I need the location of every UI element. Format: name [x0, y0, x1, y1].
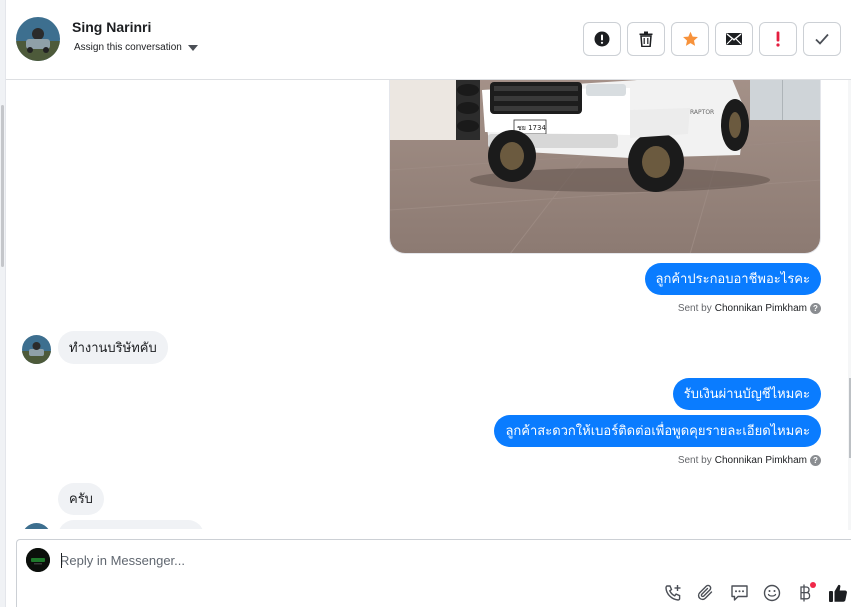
reply-input[interactable]	[60, 550, 660, 570]
envelope-icon	[726, 33, 742, 45]
contact-avatar[interactable]	[16, 17, 60, 61]
assign-conversation-dropdown[interactable]: Assign this conversation	[74, 42, 198, 53]
star-button[interactable]	[671, 22, 709, 56]
sent-by-label: Sent by Chonnikan Pimkham ?	[678, 455, 821, 466]
header-actions	[583, 22, 841, 56]
incoming-message[interactable]: ทำงานบริษัทคับ	[58, 331, 168, 364]
done-button[interactable]	[803, 22, 841, 56]
delete-button[interactable]	[627, 22, 665, 56]
contact-avatar-small[interactable]	[22, 335, 51, 364]
follow-up-button[interactable]	[759, 22, 797, 56]
contact-name[interactable]: Sing Narinri	[72, 19, 151, 35]
exclamation-icon	[776, 31, 780, 47]
page-avatar	[26, 548, 50, 572]
svg-text:RAPTOR: RAPTOR	[690, 109, 714, 116]
reply-composer	[16, 539, 851, 607]
sent-by-label: Sent by Chonnikan Pimkham ?	[678, 303, 821, 314]
assign-label: Assign this conversation	[74, 42, 182, 53]
trash-icon	[639, 31, 653, 47]
notification-dot	[810, 582, 816, 588]
sent-by-agent: Chonnikan Pimkham	[714, 303, 807, 314]
phone-add-icon[interactable]	[663, 583, 683, 603]
incoming-message[interactable]: ครับ	[58, 483, 104, 515]
text-cursor	[61, 553, 62, 568]
svg-text:ชย 1734: ชย 1734	[517, 124, 546, 132]
shared-photo-truck[interactable]: ชย 1734 RAPTOR	[389, 80, 821, 254]
outgoing-message[interactable]: ลูกค้าสะดวกให้เบอร์ติดต่อเพื่อพูดคุยรายล…	[494, 415, 821, 447]
paperclip-icon[interactable]	[696, 583, 716, 603]
composer-tools	[663, 582, 848, 603]
incoming-message-partial[interactable]	[58, 520, 204, 529]
alert-circle-icon	[594, 31, 610, 47]
saved-reply-icon[interactable]	[729, 583, 749, 603]
baht-payment-icon[interactable]	[795, 582, 816, 603]
outgoing-message[interactable]: รับเงินผ่านบัญชีไหมคะ	[672, 378, 821, 410]
help-icon[interactable]: ?	[810, 455, 821, 466]
sent-by-prefix: Sent by	[677, 303, 712, 314]
outgoing-message[interactable]: ลูกค้าประกอบอาชีพอะไรคะ	[644, 263, 821, 295]
star-icon	[682, 31, 698, 46]
caret-down-icon	[187, 44, 198, 51]
help-icon[interactable]: ?	[810, 303, 821, 314]
contact-avatar-small[interactable]	[22, 523, 51, 529]
messenger-inbox: Sing Narinri Assign this conversation ชย…	[0, 0, 851, 607]
sent-by-prefix: Sent by	[677, 455, 712, 466]
spam-button[interactable]	[583, 22, 621, 56]
conversation-header: Sing Narinri Assign this conversation	[6, 0, 851, 80]
sent-by-agent: Chonnikan Pimkham	[714, 455, 807, 466]
check-icon	[815, 33, 829, 45]
like-icon[interactable]	[828, 583, 848, 603]
emoji-icon[interactable]	[762, 583, 782, 603]
message-thread[interactable]: ชย 1734 RAPTOR ลูกค้าประกอบอาชีพอะไรคะ S…	[6, 80, 848, 529]
left-scrollbar[interactable]	[1, 105, 4, 267]
mark-unread-button[interactable]	[715, 22, 753, 56]
